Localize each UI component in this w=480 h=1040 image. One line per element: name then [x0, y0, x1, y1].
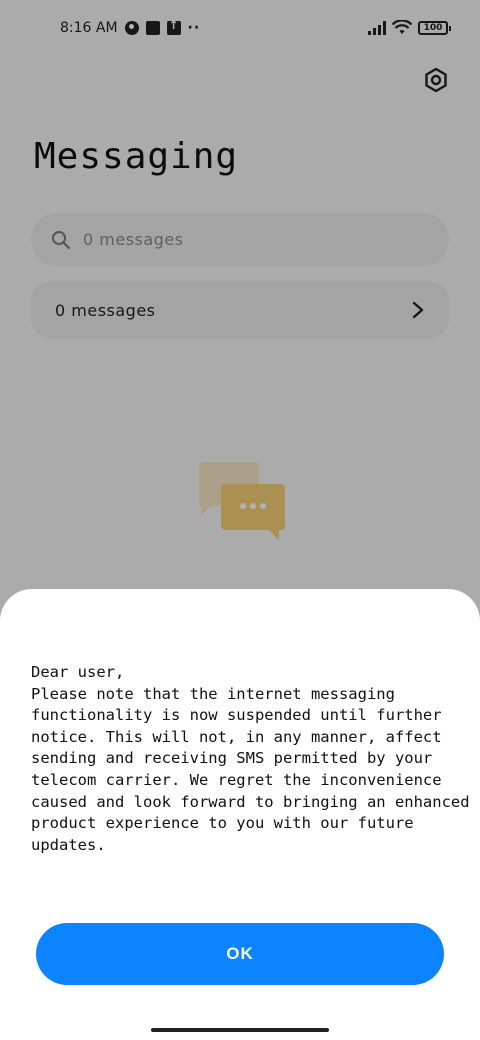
ok-button[interactable]: OK — [36, 923, 444, 985]
notice-dialog: Dear user, Please note that the internet… — [0, 589, 480, 1040]
home-indicator[interactable] — [151, 1028, 329, 1032]
notice-message: Dear user, Please note that the internet… — [31, 663, 470, 854]
